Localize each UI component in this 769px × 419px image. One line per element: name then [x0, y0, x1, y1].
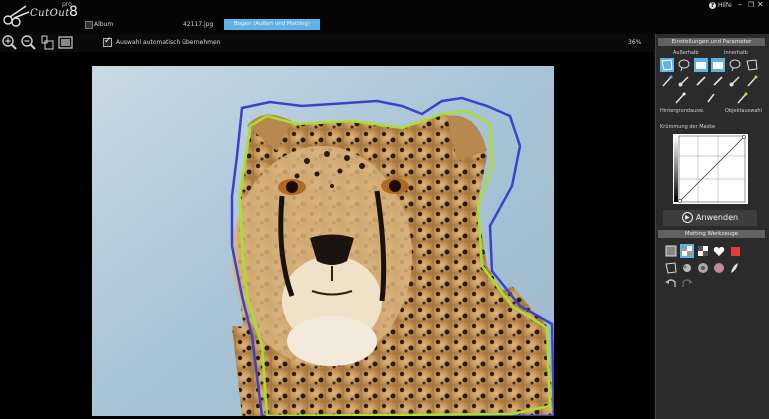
undo-button[interactable] [664, 276, 678, 290]
matting-mode-1[interactable] [664, 244, 678, 258]
cheetah-photo[interactable] [92, 66, 554, 416]
app-logo: CutOut pro 8 [2, 1, 82, 29]
mask-curve-label: Krümmung der Maske [660, 124, 716, 130]
matting-tool-1[interactable] [664, 261, 678, 275]
magic-wand-icon [675, 92, 686, 104]
zoom-out-icon[interactable] [21, 35, 36, 50]
album-label[interactable]: Album [94, 21, 113, 28]
logo-version: 8 [69, 4, 78, 20]
outer-shape-tool[interactable] [694, 58, 708, 72]
inner-wand-tool[interactable] [745, 74, 759, 88]
help-icon: ? [709, 2, 716, 9]
logo-text: CutOut [30, 8, 70, 19]
matting-tool-3[interactable] [696, 261, 710, 275]
help-label: Hilfe [718, 2, 732, 9]
file-name: 42117.jpg [183, 21, 214, 28]
eraser-pencil-tool[interactable] [704, 91, 718, 105]
lasso-icon [678, 59, 690, 72]
inner-shape-tool[interactable] [711, 58, 725, 72]
magic-wand-icon [662, 75, 673, 87]
play-icon: ▶ [681, 212, 693, 223]
magic-wand-icon [747, 75, 758, 87]
matting-tool-4[interactable] [712, 261, 726, 275]
auto-select-checkbox[interactable] [103, 36, 112, 47]
sphere-icon [698, 263, 708, 273]
inner-polygon-tool[interactable] [745, 58, 759, 72]
restore-button[interactable]: ❐ [748, 1, 754, 9]
brush-icon [729, 76, 740, 87]
curve-graph[interactable] [673, 134, 748, 204]
toolbar [0, 34, 653, 52]
pencil-icon [713, 76, 723, 86]
brush-icon [678, 76, 689, 87]
inner-lasso-tool[interactable] [728, 58, 742, 72]
help-button[interactable]: ? Hilfe [709, 2, 732, 9]
matting-mode-4[interactable] [712, 244, 726, 258]
settings-header: Einstellungen und Parameter [658, 38, 765, 46]
lasso-icon [729, 59, 741, 72]
checker-icon [698, 246, 708, 256]
close-button[interactable]: ✕ [757, 0, 764, 9]
matting-tool-5[interactable] [728, 261, 742, 275]
title-bar [0, 0, 769, 34]
fit-window-icon[interactable] [58, 35, 73, 50]
outline-shape-icon [713, 62, 723, 69]
redo-icon [682, 279, 693, 287]
inside-label: Innerhalb [724, 50, 748, 56]
redo-button[interactable] [680, 276, 694, 290]
scissors-icon [3, 5, 30, 27]
auto-select-label[interactable]: Auswahl automatisch übernehmen [116, 39, 220, 46]
tab-outline-matting[interactable]: Bogen (Außen und Matting) [224, 19, 320, 30]
inner-pencil-tool[interactable] [711, 74, 725, 88]
minimize-button[interactable]: – [738, 0, 742, 9]
album-checkbox[interactable] [85, 21, 93, 29]
outer-brush-tool[interactable] [677, 74, 691, 88]
outline-shape-icon [696, 62, 706, 69]
outer-wand-tool[interactable] [660, 74, 674, 88]
matting-mode-2[interactable] [680, 244, 694, 258]
outer-lasso-tool[interactable] [677, 58, 691, 72]
polygon-lasso-icon [661, 59, 673, 71]
outer-polygon-tool[interactable] [660, 58, 674, 72]
checker-icon [682, 246, 692, 256]
pencil-icon [696, 76, 706, 86]
inner-brush-tool[interactable] [728, 74, 742, 88]
actual-size-icon[interactable] [40, 35, 55, 50]
polygon-lasso-icon [665, 262, 677, 274]
matting-mode-3[interactable] [696, 244, 710, 258]
zoom-level: 36% [628, 39, 642, 46]
magic-wand-icon [737, 92, 748, 104]
mask-curve-editor[interactable] [673, 134, 748, 204]
pencil-icon [707, 93, 715, 103]
outside-label: Außerhalb [673, 50, 699, 56]
feather-icon [731, 263, 738, 273]
object-select-tool[interactable] [735, 91, 749, 105]
image-frame-icon [665, 245, 677, 257]
heart-icon [713, 247, 725, 256]
red-square-icon [731, 247, 740, 256]
zoom-in-icon[interactable] [2, 35, 17, 50]
matting-mode-5[interactable] [728, 244, 742, 258]
object-select-label: Objektauswahl [725, 108, 762, 114]
color-sphere-icon [714, 263, 724, 273]
background-brush-label: Hintergrundausw. [660, 108, 705, 114]
hair-brush-icon [683, 264, 691, 272]
matting-header: Matting Werkzeuge [658, 230, 765, 238]
apply-label: Anwenden [695, 213, 739, 222]
polygon-lasso-icon [746, 59, 758, 71]
undo-icon [665, 279, 676, 287]
apply-button[interactable]: ▶ Anwenden [663, 210, 757, 226]
background-brush-tool[interactable] [673, 91, 687, 105]
matting-tool-2[interactable] [680, 261, 694, 275]
outer-pencil-tool[interactable] [694, 74, 708, 88]
